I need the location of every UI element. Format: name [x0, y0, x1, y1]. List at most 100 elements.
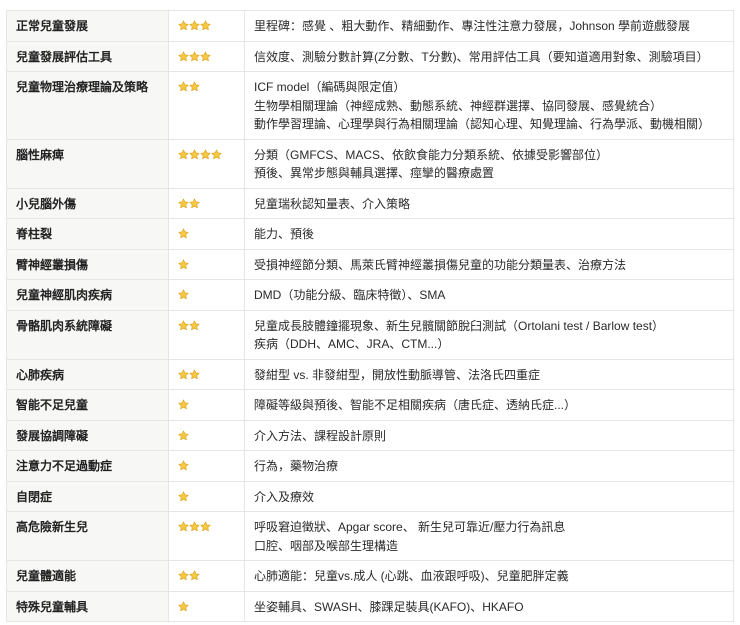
description-cell: 心肺適能：兒童vs.成人 (心跳、血液跟呼吸)、兒童肥胖定義 — [244, 560, 734, 592]
star-icon — [178, 79, 189, 92]
table-row: 兒童發展評估工具 信效度、測驗分數計算(Z分數、T分數)、常用評估工具（要知道適用… — [6, 40, 734, 72]
description-cell: 發紺型 vs. 非發紺型，開放性動脈導管、法洛氏四重症 — [244, 358, 734, 390]
table-row: 兒童物理治療理論及策略 ICF model（編碼與限定值） 生物學相關理論（神經成熟… — [6, 71, 734, 140]
topic-cell: 脊柱裂 — [6, 218, 169, 250]
table-row: 脊柱裂 能力、預後 — [6, 218, 734, 250]
table-row: 心肺疾病 發紺型 vs. 非發紺型，開放性動脈導管、法洛氏四重症 — [6, 358, 734, 390]
description-cell: 呼吸窘迫徵狀、Apgar score、 新生兒可靠近/壓力行為訊息 口腔、咽部及喉… — [244, 511, 734, 561]
star-icon — [189, 318, 200, 330]
topic-cell: 兒童體適能 — [6, 560, 169, 592]
rating-cell — [168, 450, 245, 482]
rating-cell — [168, 480, 245, 512]
topic-cell: 心肺疾病 — [6, 358, 169, 390]
table-row: 兒童體適能 心肺適能：兒童vs.成人 (心跳、血液跟呼吸)、兒童肥胖定義 — [6, 560, 734, 592]
description-cell: 受損神經節分類、馬萊氏臂神經叢損傷兒童的功能分類量表、治療方法 — [244, 248, 734, 280]
description-cell: 介入及療效 — [244, 480, 734, 512]
description-line: 動作學習理論、心理學與行為相關理論（認知心理、知覺理論、行為學派、動機相關） — [254, 117, 711, 131]
table-row: 臂神經叢損傷 受損神經節分類、馬萊氏臂神經叢損傷兒童的功能分類量表、治療方法 — [6, 248, 734, 280]
star-icon — [178, 318, 189, 330]
star-icon — [178, 568, 189, 581]
star-icon — [189, 519, 200, 532]
description-cell: 兒童成長肢體鐘擺現象、新生兒髖關節脫臼測試（Ortolani test / Ba… — [244, 309, 734, 360]
topic-cell: 特殊兒童輔具 — [6, 590, 169, 622]
topic-cell: 臂神經叢損傷 — [6, 248, 169, 280]
description-line: ICF model（編碼與限定值） — [254, 80, 406, 94]
rating-cell — [168, 218, 245, 250]
description-cell: 分類（GMFCS、MACS、依飲食能力分類系統、依據受影響部位） 預後、異常步態與… — [244, 138, 734, 189]
description-line: 疾病（DDH、AMC、JRA、CTM...） — [254, 337, 450, 351]
table-row: 腦性麻痺 分類（GMFCS、MACS、依飲食能力分類系統、依據受影響部位） 預後、異… — [6, 138, 734, 189]
description-line: 行為，藥物治療 — [254, 459, 339, 473]
table-row: 注意力不足過動症 行為，藥物治療 — [6, 450, 734, 482]
star-icon — [178, 257, 189, 269]
star-icon — [178, 226, 189, 239]
description-line: 受損神經節分類、馬萊氏臂神經叢損傷兒童的功能分類量表、治療方法 — [254, 257, 627, 272]
star-icon — [200, 147, 211, 159]
description-line: 介入方法、課程設計原則 — [254, 428, 387, 443]
description-line: 障礙等級與預後、智能不足相關疾病（唐氏症、透納氏症...） — [254, 398, 577, 412]
description-cell: 障礙等級與預後、智能不足相關疾病（唐氏症、透納氏症...） — [244, 389, 734, 421]
description-line: 里程碑：感覺 、粗大動作、精細動作、專注性注意力發展，Johnson 學前遊戲發… — [254, 19, 691, 33]
rating-cell — [168, 389, 245, 421]
table-row: 自閉症 介入及療效 — [6, 480, 734, 512]
rating-cell — [168, 358, 245, 390]
rating-cell — [168, 560, 245, 592]
table-row: 高危險新生兒 呼吸窘迫徵狀、Apgar score、 新生兒可靠近/壓力行為訊息口… — [6, 511, 734, 561]
rating-cell — [168, 71, 245, 140]
description-line: 呼吸窘迫徵狀、Apgar score、 新生兒可靠近/壓力行為訊息 — [254, 520, 566, 534]
topic-cell: 正常兒童發展 — [6, 10, 169, 42]
description-cell: 兒童瑞秋認知量表、介入策略 — [244, 187, 734, 219]
description-cell: 介入方法、課程設計原則 — [244, 419, 734, 451]
description-line: 分類（GMFCS、MACS、依飲食能力分類系統、依據受影響部位） — [254, 147, 609, 162]
star-icon — [189, 79, 200, 92]
star-icon — [189, 18, 200, 31]
topic-cell: 高危險新生兒 — [6, 511, 169, 561]
rating-cell — [168, 10, 245, 42]
table-row: 正常兒童發展 里程碑：感覺 、粗大動作、精細動作、專注性注意力發展，Johnson… — [6, 10, 734, 42]
star-icon — [178, 49, 189, 61]
table-row: 骨骼肌肉系統障礙 兒童成長肢體鐘擺現象、新生兒髖關節脫臼測試（Ortolani t… — [6, 309, 734, 360]
topic-cell: 兒童發展評估工具 — [6, 40, 169, 72]
table-row: 小兒腦外傷 兒童瑞秋認知量表、介入策略 — [6, 187, 734, 219]
description-line: 介入及療效 — [254, 489, 315, 504]
star-icon — [189, 568, 200, 581]
topic-cell: 小兒腦外傷 — [6, 187, 169, 219]
description-line: 兒童成長肢體鐘擺現象、新生兒髖關節脫臼測試（Ortolani test / Ba… — [254, 318, 665, 333]
table-body: 正常兒童發展 里程碑：感覺 、粗大動作、精細動作、專注性注意力發展，Johnson… — [6, 10, 734, 622]
star-icon — [200, 18, 211, 31]
star-icon — [178, 147, 189, 159]
star-icon — [178, 18, 189, 31]
table-row: 兒童神經肌肉疾病 DMD（功能分級、臨床特徵）、SMA — [6, 279, 734, 311]
description-line: DMD（功能分級、臨床特徵）、SMA — [254, 288, 446, 302]
star-icon — [178, 428, 189, 440]
rating-cell — [168, 138, 245, 189]
topic-cell: 腦性麻痺 — [6, 138, 169, 189]
topic-cell: 智能不足兒童 — [6, 389, 169, 421]
description-line: 預後、異常步態與輔具選擇、痙攣的醫療處置 — [254, 166, 495, 180]
description-line: 口腔、咽部及喉部生理構造 — [254, 538, 399, 553]
star-icon — [178, 367, 189, 379]
star-icon — [178, 397, 189, 410]
description-cell: 里程碑：感覺 、粗大動作、精細動作、專注性注意力發展，Johnson 學前遊戲發… — [244, 10, 734, 42]
star-icon — [178, 196, 189, 208]
description-line: 坐姿輔具、SWASH、膝踝足裝具(KAFO)、HKAFO — [254, 599, 524, 614]
rating-cell — [168, 590, 245, 622]
description-cell: 信效度、測驗分數計算(Z分數、T分數)、常用評估工具（要知道適用對象、測驗項目） — [244, 40, 734, 72]
description-line: 能力、預後 — [254, 227, 315, 241]
topic-cell: 發展協調障礙 — [6, 419, 169, 451]
star-icon — [178, 599, 189, 611]
topic-cell: 注意力不足過動症 — [6, 450, 169, 482]
table-row: 發展協調障礙 介入方法、課程設計原則 — [6, 419, 734, 451]
rating-cell — [168, 40, 245, 72]
rating-cell — [168, 187, 245, 219]
rating-cell — [168, 511, 245, 561]
rating-cell — [168, 248, 245, 280]
star-icon — [189, 147, 200, 159]
topic-importance-table: 正常兒童發展 里程碑：感覺 、粗大動作、精細動作、專注性注意力發展，Johnson… — [6, 10, 734, 622]
rating-cell — [168, 279, 245, 311]
star-icon — [178, 519, 189, 532]
topic-cell: 自閉症 — [6, 480, 169, 512]
star-icon — [189, 49, 200, 61]
star-icon — [189, 196, 200, 208]
star-icon — [200, 49, 211, 61]
